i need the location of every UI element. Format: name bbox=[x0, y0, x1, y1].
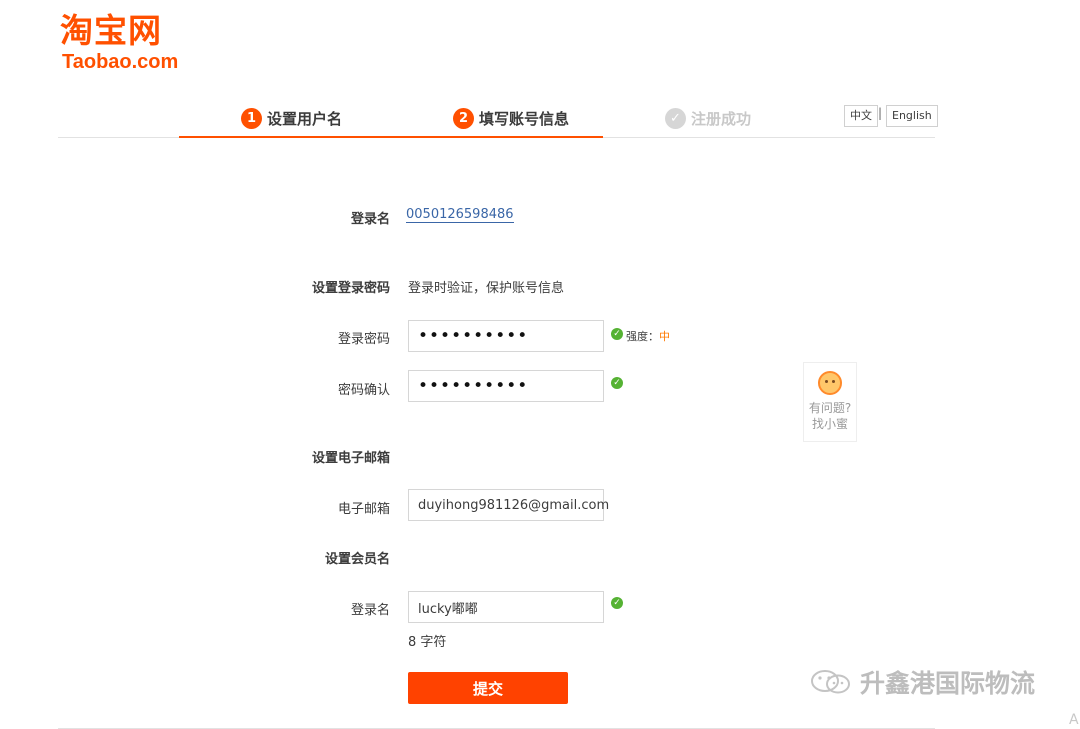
password-section-hint: 登录时验证，保护账号信息 bbox=[408, 281, 565, 296]
confirm-password-input[interactable]: •••••••••• bbox=[408, 370, 604, 402]
watermark-text: 升鑫港国际物流 bbox=[860, 669, 1036, 698]
step-label-3: 注册成功 bbox=[691, 109, 752, 128]
confirm-ok-icon: ✓ bbox=[611, 377, 623, 389]
member-name-label: 登录名 bbox=[350, 603, 390, 618]
wechat-watermark: 升鑫港国际物流 bbox=[810, 664, 1035, 700]
lang-chinese-button[interactable]: 中文 bbox=[844, 105, 878, 127]
lang-separator: | bbox=[878, 106, 883, 120]
step-set-username: 1 设置用户名 bbox=[241, 105, 342, 131]
help-widget[interactable]: 有问题? 找小蜜 bbox=[803, 362, 857, 442]
lang-english-button[interactable]: English bbox=[886, 105, 938, 127]
password-section-title: 设置登录密码 bbox=[311, 281, 390, 296]
member-name-char-count: 8 字符 bbox=[408, 635, 447, 650]
login-name-label: 登录名 bbox=[350, 212, 390, 227]
check-circle-icon: ✓ bbox=[665, 107, 686, 129]
steps-progress-underline bbox=[179, 136, 603, 138]
password-strength: 强度：中 bbox=[626, 328, 670, 344]
password-ok-icon: ✓ bbox=[611, 328, 623, 340]
corner-mark: A bbox=[1069, 712, 1079, 728]
email-section-title: 设置电子邮箱 bbox=[311, 451, 390, 466]
taobao-logo-cn[interactable]: 淘宝网 bbox=[60, 6, 162, 56]
submit-button[interactable]: 提交 bbox=[408, 672, 568, 704]
taobao-logo-en[interactable]: Taobao.com bbox=[62, 50, 178, 74]
step-label-1: 设置用户名 bbox=[267, 109, 343, 128]
step-label-2: 填写账号信息 bbox=[479, 109, 570, 128]
strength-level: 中 bbox=[659, 330, 670, 343]
strength-label: 强度： bbox=[626, 330, 659, 343]
member-name-section-title: 设置会员名 bbox=[324, 552, 390, 567]
step-fill-account-info: 2 填写账号信息 bbox=[453, 105, 569, 131]
password-label: 登录密码 bbox=[337, 332, 390, 347]
member-name-ok-icon: ✓ bbox=[611, 597, 623, 609]
help-line-1: 有问题? bbox=[808, 401, 852, 415]
step-number-1: 1 bbox=[241, 107, 262, 129]
email-input[interactable]: duyihong981126@gmail.com bbox=[408, 489, 609, 521]
step-register-success: ✓ 注册成功 bbox=[665, 105, 751, 131]
member-name-input[interactable]: lucky嘟嘟 bbox=[408, 591, 604, 623]
help-line-2: 找小蜜 bbox=[811, 417, 848, 431]
email-label: 电子邮箱 bbox=[337, 502, 390, 517]
wechat-icon bbox=[811, 670, 850, 694]
login-name-value[interactable]: 0050126598486 bbox=[406, 207, 514, 223]
assistant-face-icon bbox=[818, 371, 842, 395]
step-number-2: 2 bbox=[453, 107, 474, 129]
password-input[interactable]: •••••••••• bbox=[408, 320, 604, 352]
confirm-password-label: 密码确认 bbox=[337, 383, 390, 398]
